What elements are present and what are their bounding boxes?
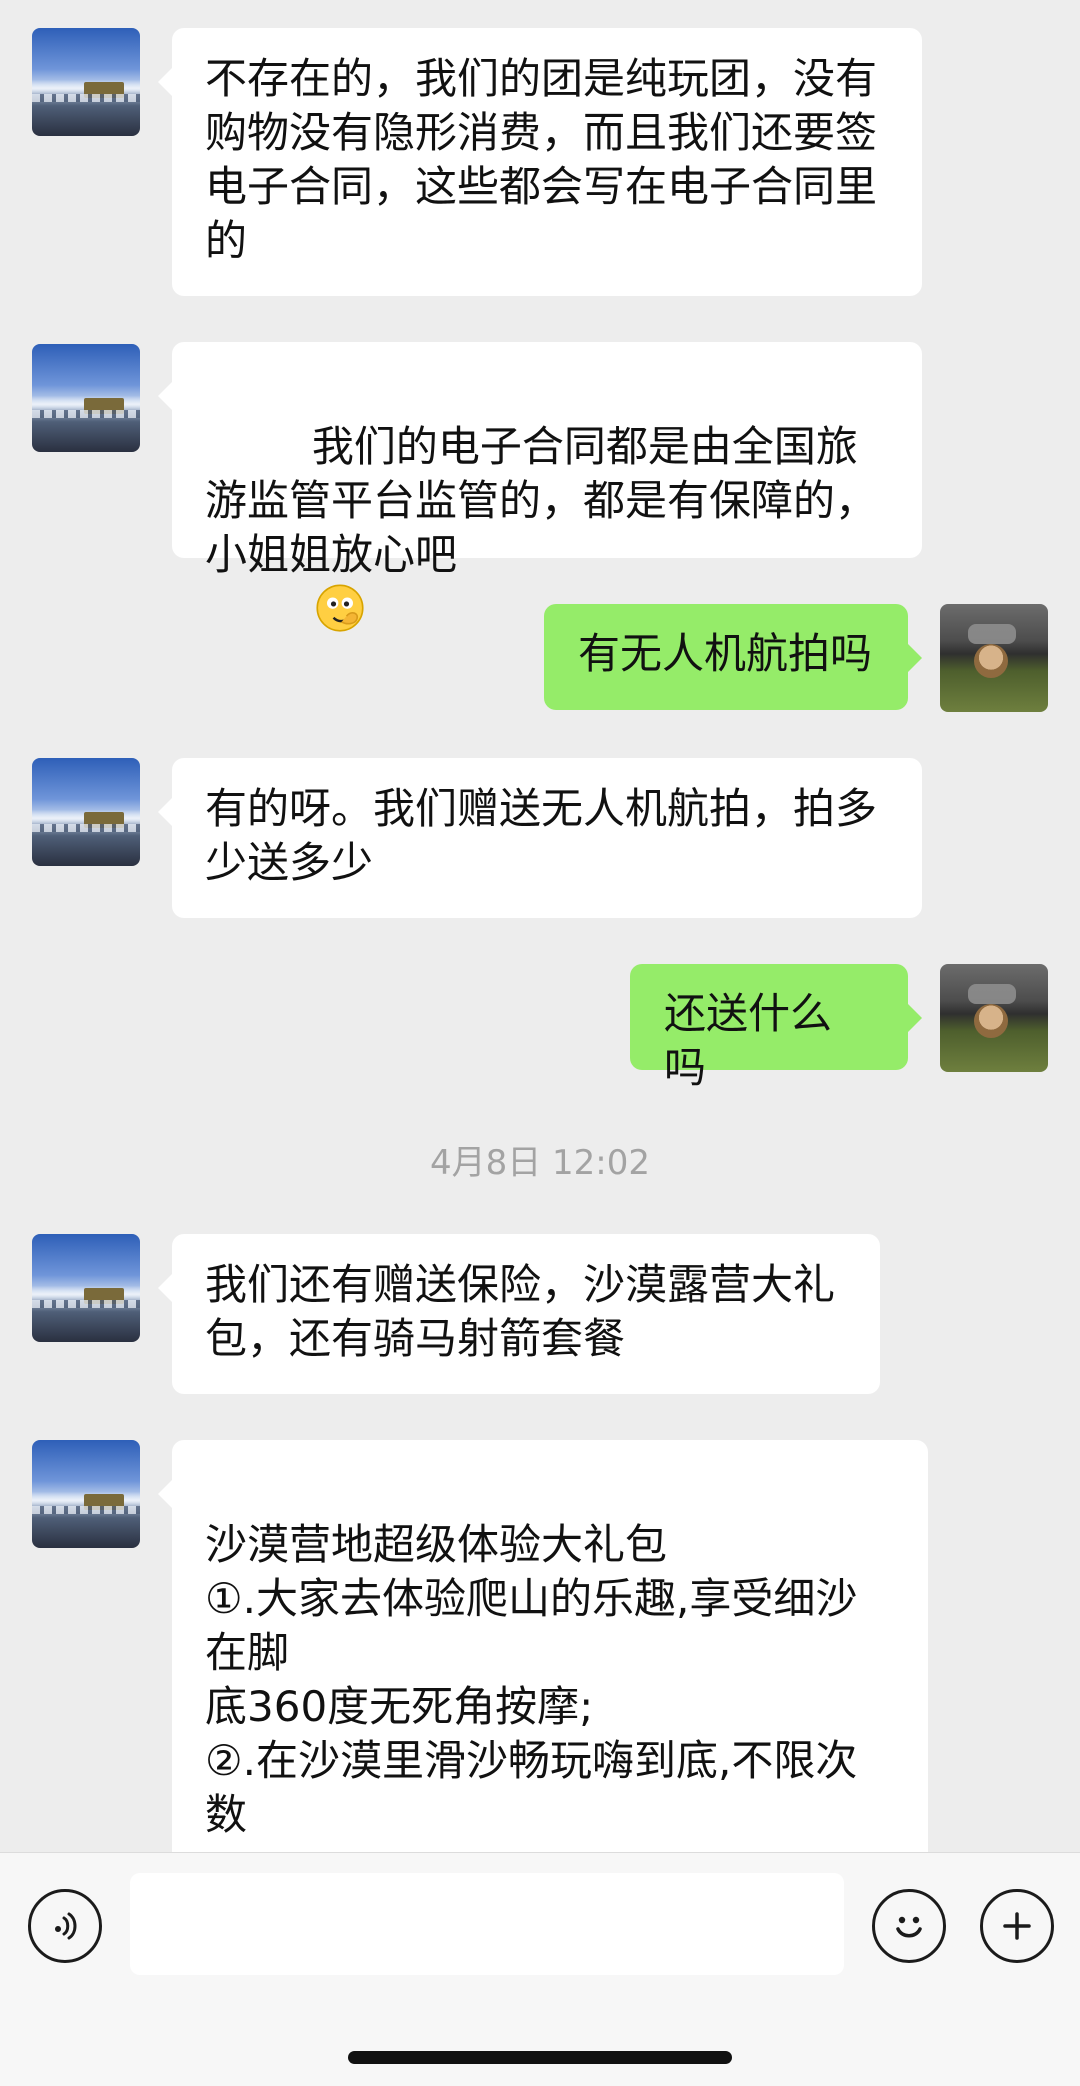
message-row: 我们还有赠送保险，沙漠露营大礼包，还有骑马射箭套餐 <box>0 1234 1080 1396</box>
contact-avatar[interactable] <box>32 1234 140 1342</box>
chat-screen: 不存在的，我们的团是纯玩团，没有购物没有隐形消费，而且我们还要签电子合同，这些都… <box>0 0 1080 2086</box>
incoming-message-bubble[interactable]: 我们的电子合同都是由全国旅游监管平台监管的，都是有保障的，小姐姐放心吧 <box>158 342 922 632</box>
incoming-message-bubble[interactable]: 有的呀。我们赠送无人机航拍，拍多少送多少 <box>158 758 922 918</box>
landscape-photo-icon <box>32 344 140 452</box>
message-timestamp: 4月8日 12:02 <box>429 1143 651 1183</box>
incoming-message-bubble[interactable]: 我们还有赠送保险，沙漠露营大礼包，还有骑马射箭套餐 <box>158 1234 880 1394</box>
more-actions-button[interactable] <box>980 1889 1054 1963</box>
incoming-message-bubble[interactable]: 沙漠营地超级体验大礼包 ①.大家去体验爬山的乐趣,享受细沙在脚 底360度无死角… <box>158 1440 928 1852</box>
message-row: 有的呀。我们赠送无人机航拍，拍多少送多少 <box>0 758 1080 920</box>
voice-input-button[interactable] <box>28 1889 102 1963</box>
dog-photo-icon <box>940 964 1048 1072</box>
chat-message-list[interactable]: 不存在的，我们的团是纯玩团，没有购物没有隐形消费，而且我们还要签电子合同，这些都… <box>0 0 1080 1852</box>
contact-avatar[interactable] <box>32 758 140 866</box>
message-text: 我们的电子合同都是由全国旅游监管平台监管的，都是有保障的，小姐姐放心吧 <box>205 422 878 579</box>
contact-avatar[interactable] <box>32 28 140 136</box>
contact-avatar[interactable] <box>32 344 140 452</box>
incoming-message-bubble[interactable]: 不存在的，我们的团是纯玩团，没有购物没有隐形消费，而且我们还要签电子合同，这些都… <box>158 28 922 296</box>
landscape-photo-icon <box>32 758 140 866</box>
landscape-photo-icon <box>32 28 140 136</box>
plus-icon <box>1003 1912 1031 1940</box>
home-indicator <box>348 2051 732 2064</box>
message-input[interactable] <box>130 1873 844 1975</box>
emoji-button[interactable] <box>872 1889 946 1963</box>
user-avatar[interactable] <box>940 964 1048 1072</box>
outgoing-message-bubble[interactable]: 有无人机航拍吗 <box>544 604 922 710</box>
emoji-icon <box>896 1916 922 1938</box>
message-row: 我们的电子合同都是由全国旅游监管平台监管的，都是有保障的，小姐姐放心吧 <box>0 342 1080 632</box>
message-row: 有无人机航拍吗 <box>0 604 1080 712</box>
message-row: 沙漠营地超级体验大礼包 ①.大家去体验爬山的乐趣,享受细沙在脚 底360度无死角… <box>0 1440 1080 1852</box>
voice-icon <box>55 1912 77 1940</box>
dog-photo-icon <box>940 604 1048 712</box>
contact-avatar[interactable] <box>32 1440 140 1548</box>
message-row: 还送什么吗 <box>0 964 1080 1092</box>
outgoing-message-bubble[interactable]: 还送什么吗 <box>630 964 922 1092</box>
user-avatar[interactable] <box>940 604 1048 712</box>
landscape-photo-icon <box>32 1234 140 1342</box>
message-row: 不存在的，我们的团是纯玩团，没有购物没有隐形消费，而且我们还要签电子合同，这些都… <box>0 28 1080 298</box>
landscape-photo-icon <box>32 1440 140 1548</box>
chat-input-bar <box>0 1852 1080 2086</box>
